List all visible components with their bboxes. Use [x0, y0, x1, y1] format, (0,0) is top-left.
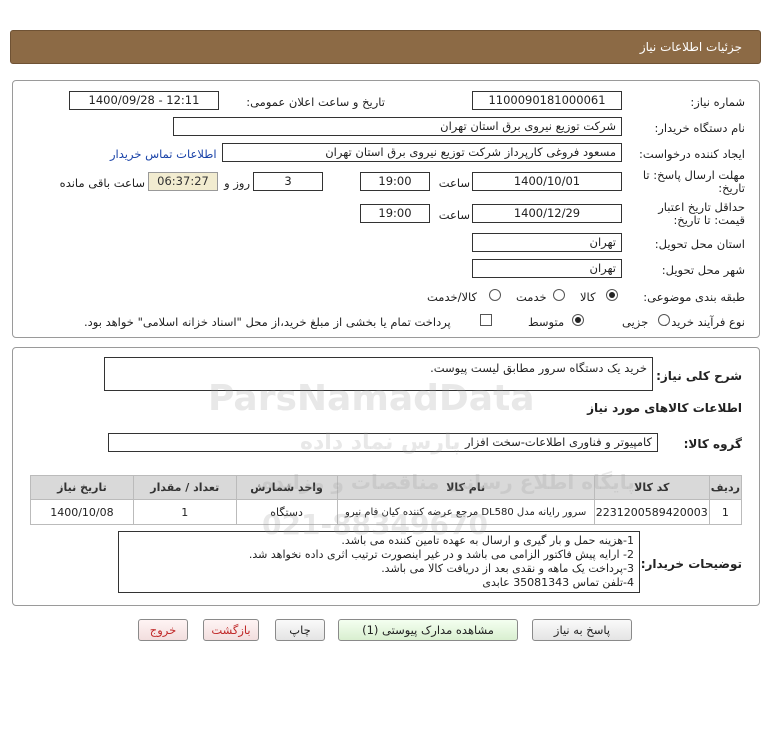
buyer-note-line: 2- ارایه پیش فاکتور الزامی می باشد و در …	[248, 548, 634, 561]
item-name-cell: سرور رایانه مدل DL580 مرجع عرضه کننده کی…	[336, 499, 595, 525]
deadline-date-field: 1400/10/01	[472, 172, 622, 191]
buyer-org-field: شرکت توزیع نیروی برق استان تهران	[173, 117, 622, 136]
buyer-notes-label: توضیحات خریدار:	[640, 557, 742, 571]
buyer-notes-field: 1-هزینه حمل و بار گیری و ارسال به عهده ت…	[118, 531, 640, 593]
city-field: تهران	[472, 259, 622, 278]
remaining-time-field: 06:37:27	[148, 172, 218, 191]
deadline-label-date: تاریخ:	[718, 181, 745, 195]
category-goods-service-label: کالا/خدمت	[427, 290, 478, 304]
category-service-label: خدمت	[516, 290, 547, 304]
process-type-label: نوع فرآیند خرید :	[663, 315, 745, 329]
need-date-cell: 1400/10/08	[30, 499, 134, 525]
process-minor-label: جزیی	[622, 315, 649, 329]
validity-time-field: 19:00	[360, 204, 430, 223]
item-code-cell: 2231200589420003	[593, 499, 710, 525]
province-field: تهران	[472, 233, 622, 252]
page-header: جزئیات اطلاعات نیاز	[10, 30, 761, 64]
days-label: روز و	[224, 176, 250, 190]
goods-table: ردیف کد کالا نام کالا واحد شمارش تعداد /…	[30, 475, 743, 525]
buyer-note-line: 3-پرداخت یک ماهه و نقدی بعد از دریافت کا…	[381, 562, 634, 575]
validity-time-label: ساعت	[438, 208, 470, 222]
province-label: استان محل تحویل:	[654, 237, 745, 251]
remaining-time-label: ساعت باقی مانده	[59, 176, 145, 190]
treasury-payment-checkbox[interactable]	[480, 314, 492, 326]
validity-label-date: قیمت: تا تاریخ:	[673, 213, 745, 227]
buyer-note-line: 1-هزینه حمل و بار گیری و ارسال به عهده ت…	[341, 534, 634, 547]
col-unit: واحد شمارش	[235, 475, 338, 500]
validity-date-field: 1400/12/29	[472, 204, 622, 223]
description-field: خرید یک دستگاه سرور مطابق لیست پیوست.	[104, 357, 653, 391]
description-label: شرح کلی نیاز:	[656, 369, 742, 383]
unit-cell: دستگاه	[235, 499, 338, 525]
deadline-time-label: ساعت	[438, 176, 470, 190]
need-number-field: 1100090181000061	[472, 91, 622, 110]
creator-field: مسعود فروغی کارپرداز شرکت توزیع نیروی بر…	[222, 143, 622, 162]
buyer-contact-link[interactable]: اطلاعات تماس خریدار	[110, 147, 217, 161]
deadline-time-field: 19:00	[360, 172, 430, 191]
view-attachments-button[interactable]: مشاهده مدارک پیوستی (1)	[338, 619, 518, 641]
category-goods-radio[interactable]	[606, 289, 618, 301]
col-item-name: نام کالا	[336, 475, 595, 500]
need-number-label: شماره نیاز:	[690, 95, 745, 109]
buyer-org-label: نام دستگاه خریدار:	[654, 121, 745, 135]
process-medium-label: متوسط	[528, 315, 565, 329]
announce-date-label: تاریخ و ساعت اعلان عمومی:	[246, 95, 385, 109]
announce-date-field: 1400/09/28 - 12:11	[69, 91, 219, 110]
exit-button[interactable]: خروج	[138, 619, 188, 641]
goods-section-title: اطلاعات کالاهای مورد نیاز	[587, 401, 742, 415]
col-need-date: تاریخ نیاز	[30, 475, 134, 500]
days-remaining-field: 3	[253, 172, 323, 191]
category-service-radio[interactable]	[553, 289, 565, 301]
creator-label: ایجاد کننده درخواست:	[639, 147, 745, 161]
city-label: شهر محل تحویل:	[661, 263, 745, 277]
process-minor-radio[interactable]	[658, 314, 670, 326]
col-item-code: کد کالا	[593, 475, 710, 500]
goods-table-header: ردیف کد کالا نام کالا واحد شمارش تعداد /…	[30, 475, 743, 500]
quantity-cell: 1	[132, 499, 237, 525]
buyer-note-line: 4-تلفن تماس 35081343 عابدی	[482, 576, 634, 589]
col-row-number: ردیف	[708, 475, 743, 500]
goods-group-field: کامپیوتر و فناوری اطلاعات-سخت افزار	[108, 433, 658, 452]
goods-group-label: گروه کالا:	[683, 437, 742, 451]
category-label: طبقه بندی موضوعی:	[643, 290, 745, 304]
reply-button[interactable]: پاسخ به نیاز	[532, 619, 632, 641]
print-button[interactable]: چاپ	[275, 619, 325, 641]
page-title: جزئیات اطلاعات نیاز	[639, 40, 742, 54]
back-button[interactable]: بازگشت	[203, 619, 259, 641]
validity-label: حداقل تاریخ اعتبار	[658, 200, 745, 214]
category-goods-label: کالا	[580, 290, 596, 304]
table-row: 1 2231200589420003 سرور رایانه مدل DL580…	[30, 499, 743, 525]
treasury-payment-note: پرداخت تمام یا بخشی از مبلغ خرید،از محل …	[84, 315, 451, 329]
col-quantity: تعداد / مقدار	[132, 475, 237, 500]
deadline-label: مهلت ارسال پاسخ: تا	[642, 168, 745, 182]
process-medium-radio[interactable]	[572, 314, 584, 326]
category-goods-service-radio[interactable]	[489, 289, 501, 301]
row-number-cell: 1	[708, 499, 743, 525]
